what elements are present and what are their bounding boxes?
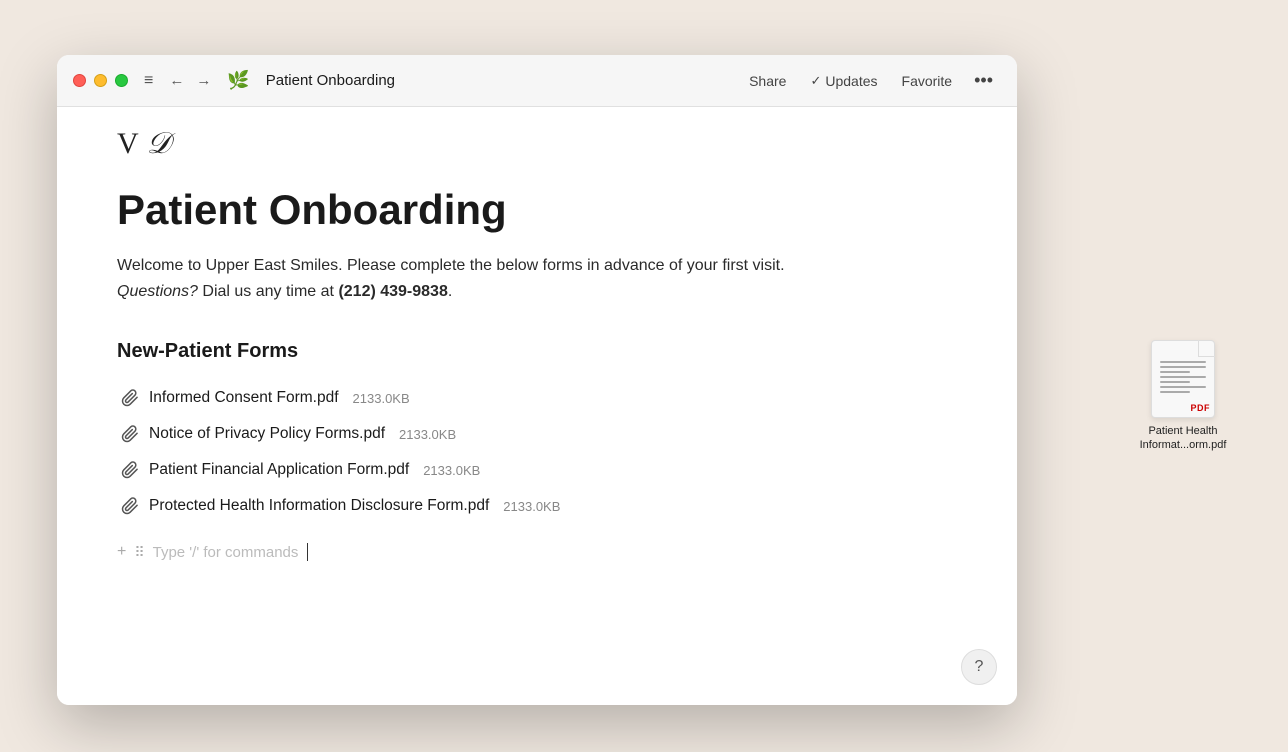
titlebar: ≡ ← → 🌿 Patient Onboarding Share ✓ Updat…	[57, 55, 1017, 107]
share-button[interactable]: Share	[739, 69, 796, 93]
section-heading: New-Patient Forms	[117, 340, 957, 363]
file-name: Protected Health Information Disclosure …	[149, 497, 489, 515]
paperclip-icon	[121, 461, 139, 479]
window-title: Patient Onboarding	[266, 72, 395, 89]
file-line	[1160, 361, 1206, 363]
file-line	[1160, 366, 1206, 368]
forward-arrow[interactable]: →	[192, 70, 215, 91]
app-window: ≡ ← → 🌿 Patient Onboarding Share ✓ Updat…	[57, 55, 1017, 705]
doc-header-logos: V 𝒟	[117, 107, 957, 177]
file-name: Informed Consent Form.pdf	[149, 389, 339, 407]
description-part2: Dial us any time at	[198, 283, 339, 300]
file-line	[1160, 371, 1190, 373]
file-size: 2133.0KB	[423, 463, 480, 478]
page-title: Patient Onboarding	[117, 187, 957, 233]
maximize-button[interactable]	[115, 74, 128, 87]
paperclip-icon	[121, 497, 139, 515]
more-icon: •••	[974, 70, 993, 90]
page-description: Welcome to Upper East Smiles. Please com…	[117, 253, 797, 304]
file-size: 2133.0KB	[399, 427, 456, 442]
help-button[interactable]: ?	[961, 649, 997, 685]
list-item[interactable]: Notice of Privacy Policy Forms.pdf 2133.…	[117, 417, 957, 451]
description-part1: Welcome to Upper East Smiles. Please com…	[117, 257, 785, 274]
favorite-label: Favorite	[902, 73, 953, 89]
titlebar-right: Share ✓ Updates Favorite •••	[739, 66, 1001, 95]
back-arrow[interactable]: ←	[165, 70, 188, 91]
doc-logo-icon: 🌿	[227, 70, 249, 91]
file-badge: PDF	[1191, 403, 1211, 413]
list-item[interactable]: Protected Health Information Disclosure …	[117, 489, 957, 523]
logo-v: V	[117, 127, 139, 161]
list-item[interactable]: Informed Consent Form.pdf 2133.0KB	[117, 381, 957, 415]
file-line	[1160, 391, 1190, 393]
description-end: .	[448, 283, 452, 300]
description-phone: (212) 439-9838	[338, 283, 447, 300]
titlebar-left: ≡ ← → 🌿 Patient Onboarding	[128, 70, 395, 91]
file-size: 2133.0KB	[353, 391, 410, 406]
command-input-row: + ⠿ Type '/' for commands	[117, 531, 957, 573]
add-icon[interactable]: +	[117, 543, 126, 561]
desktop-file-icon: PDF	[1151, 340, 1215, 418]
text-cursor	[307, 543, 308, 561]
desktop-file-item[interactable]: PDF Patient Health Informat...orm.pdf	[1138, 340, 1228, 453]
menu-icon[interactable]: ≡	[144, 72, 153, 90]
file-line	[1160, 386, 1206, 388]
help-label: ?	[975, 658, 984, 676]
logo-script: 𝒟	[147, 127, 171, 161]
share-label: Share	[749, 73, 786, 89]
traffic-lights	[73, 74, 128, 87]
paperclip-icon	[121, 425, 139, 443]
file-lines	[1156, 347, 1210, 397]
minimize-button[interactable]	[94, 74, 107, 87]
file-line	[1160, 376, 1206, 378]
description-italic: Questions?	[117, 283, 198, 300]
drag-icon[interactable]: ⠿	[134, 544, 144, 561]
desktop: ≡ ← → 🌿 Patient Onboarding Share ✓ Updat…	[0, 0, 1288, 752]
desktop-file-name: Patient Health Informat...orm.pdf	[1138, 424, 1228, 453]
command-placeholder[interactable]: Type '/' for commands	[153, 544, 299, 561]
nav-arrows: ← →	[165, 70, 215, 91]
file-size: 2133.0KB	[503, 499, 560, 514]
file-line	[1160, 381, 1190, 383]
updates-button[interactable]: ✓ Updates	[800, 69, 887, 93]
file-name: Notice of Privacy Policy Forms.pdf	[149, 425, 385, 443]
checkmark-icon: ✓	[810, 73, 821, 89]
file-list: Informed Consent Form.pdf 2133.0KB Notic…	[117, 381, 957, 523]
favorite-button[interactable]: Favorite	[892, 69, 963, 93]
updates-label: Updates	[825, 73, 877, 89]
more-button[interactable]: •••	[966, 66, 1001, 95]
content-area: V 𝒟 Patient Onboarding Welcome to Upper …	[57, 107, 1017, 705]
paperclip-icon	[121, 389, 139, 407]
file-name: Patient Financial Application Form.pdf	[149, 461, 409, 479]
list-item[interactable]: Patient Financial Application Form.pdf 2…	[117, 453, 957, 487]
close-button[interactable]	[73, 74, 86, 87]
